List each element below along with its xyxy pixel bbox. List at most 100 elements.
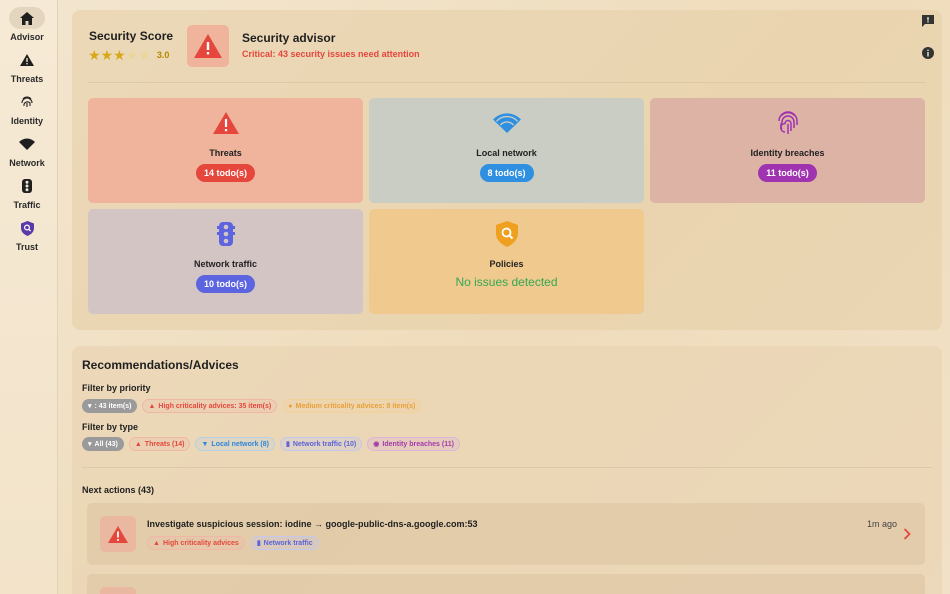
warning-icon: ▲ [153, 539, 160, 547]
traffic-light-icon [216, 221, 235, 247]
todo-count-pill: 8 todo(s) [479, 164, 534, 182]
warning-icon: ▲ [134, 440, 142, 448]
priority-filter-label: Filter by priority [82, 383, 151, 393]
type-chip-local-network[interactable]: ▼ Local network (8) [195, 437, 275, 451]
rating-value: 3.0 [156, 50, 170, 60]
todo-count-pill: 11 todo(s) [758, 164, 817, 182]
traffic-light-icon: ▮ [256, 540, 261, 547]
chevron-right-icon[interactable] [903, 527, 911, 545]
tile-local-network[interactable]: Local network 8 todo(s) [369, 98, 644, 203]
tile-identity-breaches[interactable]: Identity breaches 11 todo(s) [650, 98, 925, 203]
chip-label: Network traffic (10) [292, 440, 357, 448]
chip-label: Identity breaches (11) [382, 440, 454, 448]
chip-label: : 43 item(s) [94, 402, 132, 410]
divider [82, 467, 932, 468]
action-warning-badge [100, 516, 136, 552]
divider [88, 82, 926, 83]
no-issues-status: No issues detected [455, 275, 558, 289]
type-chip-threats[interactable]: ▲ Threats (14) [128, 437, 191, 451]
filter-icon: ▾ [88, 441, 92, 448]
star-icon: ★ [88, 47, 101, 63]
action-tags: ▲ High criticality advices ▮ Network tra… [147, 536, 319, 550]
chip-label: High criticality advices [162, 539, 239, 547]
advisor-title: Security advisor [242, 31, 336, 45]
sidebar-item-traffic[interactable]: Traffic [4, 170, 50, 210]
fingerprint-icon: ◉ [373, 441, 380, 448]
warning-icon [212, 110, 239, 136]
star-icon: ★ [125, 47, 139, 63]
sidebar-item-label: Advisor [10, 32, 44, 42]
warning-icon: ▲ [148, 402, 156, 410]
advisor-warning-badge [187, 25, 229, 67]
security-overview-panel: Security Score ★ ★ ★ ★ ★ 3.0 Security ad… [72, 10, 942, 330]
sidebar-item-trust[interactable]: Trust [4, 212, 50, 252]
priority-tag: ▲ High criticality advices [147, 536, 245, 550]
action-warning-badge [100, 587, 136, 594]
priority-chip-all[interactable]: ▾ : 43 item(s) [82, 399, 138, 413]
sidebar-item-label: Traffic [13, 200, 41, 210]
tile-title: Policies [489, 259, 524, 269]
shield-search-icon [9, 217, 45, 239]
chip-label: High criticality advices: 35 item(s) [158, 402, 272, 410]
recommendations-title: Recommendations/Advices [82, 358, 239, 372]
type-tag: ▮ Network traffic [250, 536, 319, 550]
priority-filter-chips: ▾ : 43 item(s) ▲ High criticality advice… [82, 399, 422, 413]
warning-icon [194, 34, 222, 58]
action-card[interactable]: Investigate suspicious session: iodine →… [87, 503, 925, 565]
home-icon [9, 7, 45, 29]
tile-policies[interactable]: Policies No issues detected [369, 209, 644, 314]
traffic-light-icon: ▮ [286, 441, 290, 448]
security-score-title: Security Score [89, 29, 174, 43]
chip-label: Threats (14) [144, 440, 185, 448]
info-icon[interactable] [922, 46, 934, 64]
star-rating: ★ ★ ★ ★ ★ 3.0 [88, 48, 169, 62]
todo-count-pill: 10 todo(s) [195, 275, 255, 293]
tile-title: Network traffic [193, 259, 257, 269]
advisor-subtitle: Critical: 43 security issues need attent… [242, 49, 420, 59]
star-icon: ★ [100, 47, 114, 63]
wifi-icon [492, 110, 521, 136]
sidebar-item-advisor[interactable]: Advisor [4, 2, 50, 42]
tile-title: Threats [209, 148, 242, 158]
shield-search-icon [495, 221, 518, 247]
sidebar-item-label: Identity [10, 116, 43, 126]
star-icon: ★ [113, 47, 126, 63]
priority-chip-medium[interactable]: ● Medium criticality advices: 8 item(s) [282, 399, 422, 413]
type-filter-chips: ▾ All (43) ▲ Threats (14) ▼ Local networ… [82, 437, 460, 451]
action-title: Investigate suspicious session: iodine →… [147, 519, 478, 529]
action-timestamp: 1m ago [866, 519, 897, 529]
type-chip-network-traffic[interactable]: ▮ Network traffic (10) [280, 437, 363, 451]
feedback-icon[interactable] [922, 14, 934, 32]
fingerprint-icon [9, 91, 45, 113]
dot-icon: ● [288, 402, 293, 410]
warning-icon [9, 49, 45, 71]
tile-network-traffic[interactable]: Network traffic 10 todo(s) [88, 209, 363, 314]
next-actions-label: Next actions (43) [82, 485, 155, 495]
filter-icon: ▾ [88, 403, 92, 410]
sidebar-item-threats[interactable]: Threats [4, 44, 50, 84]
chip-label: Network traffic [263, 539, 313, 547]
chip-label: Local network (8) [211, 440, 269, 448]
recommendations-panel: Recommendations/Advices Filter by priori… [72, 346, 942, 594]
tile-title: Local network [476, 148, 537, 158]
sidebar: Advisor Threats Identity Network Traffic… [0, 0, 58, 594]
wifi-icon [9, 133, 45, 155]
sidebar-item-label: Threats [10, 74, 44, 84]
warning-icon [108, 525, 128, 543]
sidebar-item-label: Trust [15, 242, 38, 252]
tile-title: Identity breaches [750, 148, 825, 158]
action-card[interactable] [87, 574, 925, 594]
type-chip-identity-breaches[interactable]: ◉ Identity breaches (11) [367, 437, 460, 451]
type-chip-all[interactable]: ▾ All (43) [82, 437, 124, 451]
sidebar-item-label: Network [9, 158, 45, 168]
fingerprint-icon [777, 110, 799, 136]
tile-threats[interactable]: Threats 14 todo(s) [88, 98, 363, 203]
chip-label: Medium criticality advices: 8 item(s) [295, 402, 416, 410]
star-icon: ★ [138, 47, 151, 63]
sidebar-item-identity[interactable]: Identity [4, 86, 50, 126]
sidebar-item-network[interactable]: Network [4, 128, 50, 168]
wifi-icon: ▼ [201, 440, 209, 448]
priority-chip-high[interactable]: ▲ High criticality advices: 35 item(s) [142, 399, 278, 413]
chip-label: All (43) [94, 440, 118, 448]
todo-count-pill: 14 todo(s) [195, 164, 255, 182]
